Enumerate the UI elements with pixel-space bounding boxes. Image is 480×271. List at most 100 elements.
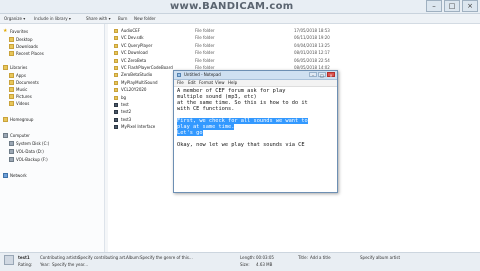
explorer-toolbar: Organize ▾ Include in library ▾ Share wi… <box>0 14 480 24</box>
folder-icon <box>114 80 118 85</box>
file-name: test3 <box>121 116 132 122</box>
folder-icon <box>3 117 8 122</box>
sidebar-item-label: Computer <box>10 133 30 138</box>
folder-icon <box>9 87 14 92</box>
folder-icon <box>114 51 118 56</box>
file-name: AudioCEF <box>121 28 140 33</box>
sidebar-item-label: Recent Places <box>16 51 44 56</box>
file-name: VC FlashPlayerCodeBoard <box>121 65 173 70</box>
menu-edit[interactable]: Edit <box>188 80 196 86</box>
sidebar-item[interactable]: VOL-Backup (F:) <box>9 156 48 163</box>
recording-watermark: www.BANDICAM.com <box>170 1 294 12</box>
sidebar-item-label: Videos <box>16 101 30 106</box>
menu-view[interactable]: View <box>215 80 225 86</box>
notepad-text-area[interactable]: A member of CEF forum ask for play multip… <box>177 88 333 189</box>
sidebar-item[interactable]: Downloads <box>9 43 38 50</box>
menu-format[interactable]: Format <box>199 80 213 86</box>
file-name: VC ZeroBeta <box>121 57 147 63</box>
file-date: 17/05/2018 18:53 <box>294 28 330 33</box>
sidebar-item[interactable]: Music <box>9 86 27 93</box>
sidebar-item-label: Apps <box>16 73 26 78</box>
share-with-button[interactable]: Share with ▾ <box>86 16 111 21</box>
minimize-button[interactable]: – <box>426 0 442 12</box>
notepad-title: Untitled - Notepad <box>184 72 221 77</box>
notepad-maximize-button[interactable]: □ <box>318 72 326 78</box>
file-date: 04/04/2018 13:25 <box>294 42 330 48</box>
file-date: 08/01/2018 12:17 <box>294 50 330 56</box>
sidebar-item[interactable]: Pictures <box>9 93 32 100</box>
sidebar-item[interactable]: Desktop <box>9 36 33 43</box>
sidebar-item[interactable]: ★ Favorites <box>3 28 28 35</box>
notepad-minimize-button[interactable]: – <box>309 72 317 78</box>
sidebar-item[interactable]: System Disk (C:) <box>9 140 49 147</box>
navigation-pane: ★ Favorites Desktop Downloads Recent Places L… <box>0 24 105 252</box>
new-folder-button[interactable]: New folder <box>134 16 156 21</box>
burn-button[interactable]: Burn <box>118 16 127 21</box>
length-value: 00:03:05 <box>256 255 274 260</box>
network-icon <box>3 173 8 178</box>
star-icon: ★ <box>3 28 8 34</box>
menu-help[interactable]: Help <box>228 80 237 86</box>
notepad-title-bar[interactable]: Untitled - Notepad – □ × <box>174 71 337 80</box>
notepad-close-button[interactable]: × <box>327 72 335 78</box>
year-value[interactable]: Specify the year... <box>52 262 88 267</box>
sidebar-item-label: VOL-Data (D:) <box>16 149 44 154</box>
album-value[interactable]: Specify the genre of this... <box>140 255 193 260</box>
sidebar-item-label: Downloads <box>16 44 38 49</box>
sidebar-item[interactable]: Computer <box>3 132 30 139</box>
file-icon <box>114 103 118 107</box>
folder-icon <box>114 73 118 78</box>
menu-file[interactable]: File <box>177 80 184 86</box>
sidebar-item[interactable]: Recent Places <box>9 50 44 57</box>
folder-icon <box>114 88 118 93</box>
notepad-text-line: Okay, now let we play that sounds via CE <box>177 142 333 148</box>
disk-icon <box>9 141 14 146</box>
file-name: VCL20Y2020 <box>121 87 147 93</box>
sidebar-item[interactable]: Videos <box>9 100 29 107</box>
rating-label: Rating: <box>18 262 33 267</box>
sidebar-item[interactable]: Apps <box>9 72 26 79</box>
window-title-bar: www.BANDICAM.com – □ × <box>0 0 480 14</box>
sidebar-item[interactable]: VOL-Data (D:) <box>9 148 44 155</box>
organize-button[interactable]: Organize ▾ <box>4 16 25 21</box>
sidebar-item[interactable]: Homegroup <box>3 116 33 123</box>
file-name: bg <box>121 94 127 100</box>
file-date: 06/05/2018 22:54 <box>294 57 330 63</box>
sidebar-item[interactable]: Documents <box>9 79 39 86</box>
folder-icon <box>9 51 14 56</box>
sidebar-item-label: Libraries <box>10 65 28 70</box>
album-artist-value[interactable]: Specify album artist <box>360 255 400 260</box>
disk-icon <box>3 133 8 138</box>
notepad-window[interactable]: Untitled - Notepad – □ × File Edit Forma… <box>173 70 338 193</box>
close-button[interactable]: × <box>462 0 478 12</box>
file-type: File folder <box>195 28 215 33</box>
contributing-artists-value[interactable]: Specify contributing art... <box>78 255 129 260</box>
selected-item-name: test1 <box>18 255 30 260</box>
file-thumbnail-icon <box>4 255 14 265</box>
sidebar-item-label: Homegroup <box>10 117 34 122</box>
folder-icon <box>114 43 118 48</box>
file-date: 06/11/2018 19:20 <box>294 35 330 41</box>
sidebar-item-label: Music <box>16 87 28 92</box>
line-text: with CE functions. <box>177 106 235 112</box>
sidebar-item[interactable]: Libraries <box>3 64 27 71</box>
year-label: Year: <box>40 262 50 267</box>
sidebar-item[interactable]: Network <box>3 172 27 179</box>
file-name: test2 <box>121 109 132 115</box>
sidebar-item-label: System Disk (C:) <box>16 141 50 146</box>
file-type: File folder <box>195 50 215 56</box>
file-type: File folder <box>195 35 215 41</box>
sidebar-item-label: Favorites <box>10 29 29 34</box>
size-label: Size: <box>240 262 250 267</box>
maximize-button[interactable]: □ <box>444 0 460 12</box>
include-library-button[interactable]: Include in library ▾ <box>34 16 71 21</box>
title-value[interactable]: Add a title <box>310 255 331 260</box>
file-icon <box>114 117 118 122</box>
folder-icon <box>114 58 118 63</box>
file-name: MyPixel Interface <box>121 124 156 130</box>
file-type: File folder <box>195 42 215 48</box>
notepad-menu-bar: File Edit Format View Help <box>174 80 337 87</box>
title-label: Title: <box>298 255 308 260</box>
folder-icon <box>114 95 118 100</box>
file-name: VC Dev.sdk <box>121 35 144 41</box>
